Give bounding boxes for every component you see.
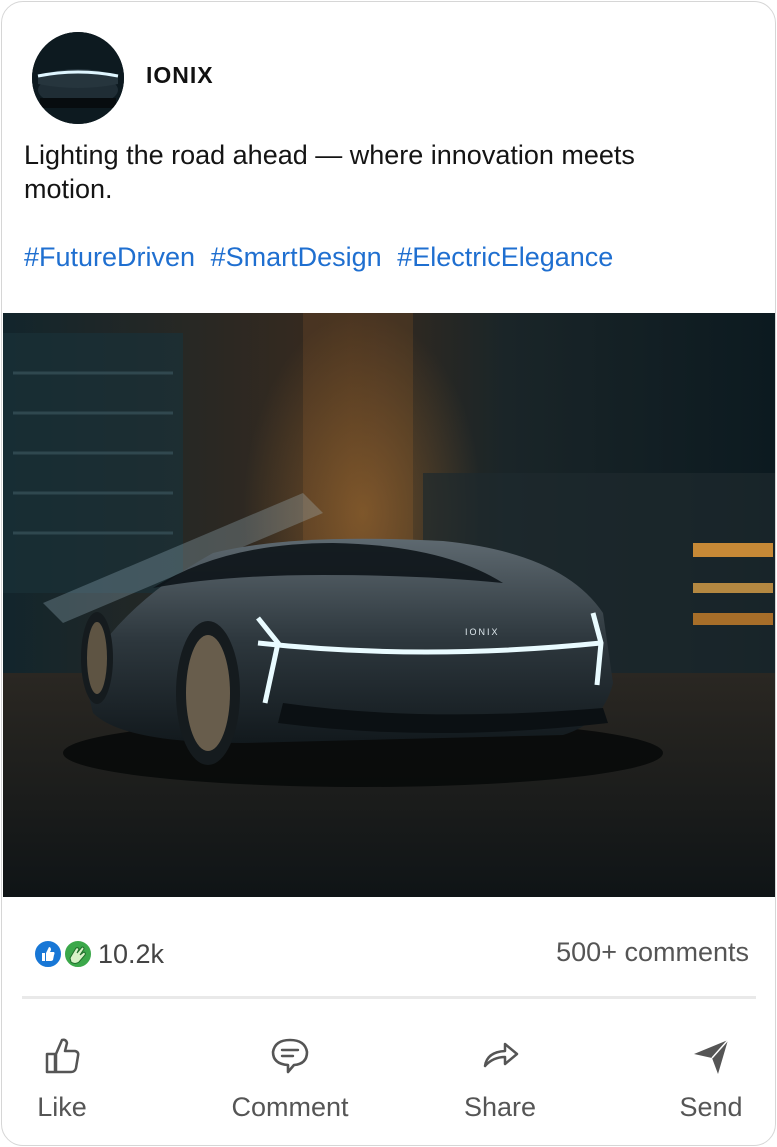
author-avatar[interactable] — [32, 32, 124, 124]
hashtag-link[interactable]: #FutureDriven — [24, 242, 195, 272]
thumbs-up-icon — [45, 1038, 80, 1074]
like-icon — [33, 939, 63, 969]
share-label: Share — [463, 1092, 537, 1122]
share-button[interactable]: Share — [452, 1032, 548, 1132]
hashtag-link[interactable]: #ElectricElegance — [397, 242, 613, 272]
author-name[interactable]: IONIX — [146, 62, 214, 89]
comment-icon — [271, 1038, 309, 1074]
post-hashtags: #FutureDriven #SmartDesign #ElectricEleg… — [24, 240, 621, 274]
send-label: Send — [679, 1092, 743, 1122]
comments-count[interactable]: 500+ comments — [556, 937, 749, 968]
send-button[interactable]: Send — [668, 1032, 754, 1132]
post-image[interactable]: IONIX — [3, 313, 775, 897]
post-stats: 10.2k 500+ comments — [2, 927, 775, 983]
hashtag-link[interactable]: #SmartDesign — [211, 242, 382, 272]
divider — [22, 996, 756, 999]
action-bar: Like Comment Share Send — [2, 1032, 775, 1132]
like-button[interactable]: Like — [22, 1032, 102, 1132]
post-caption: Lighting the road ahead — where innovati… — [24, 140, 635, 204]
car-photo: IONIX — [3, 313, 775, 897]
comment-label: Comment — [231, 1092, 349, 1122]
reaction-count[interactable]: 10.2k — [98, 939, 164, 970]
reaction-icons[interactable] — [32, 938, 98, 970]
send-icon — [694, 1039, 729, 1074]
post-card: IONIX Lighting the road ahead — where in… — [1, 1, 776, 1146]
post-header: IONIX — [2, 2, 775, 132]
like-label: Like — [37, 1092, 87, 1122]
comment-button[interactable]: Comment — [212, 1032, 368, 1132]
clap-icon — [63, 939, 93, 969]
avatar-car-image — [32, 32, 124, 124]
car-badge-text: IONIX — [465, 627, 500, 637]
share-arrow-icon — [483, 1042, 519, 1068]
